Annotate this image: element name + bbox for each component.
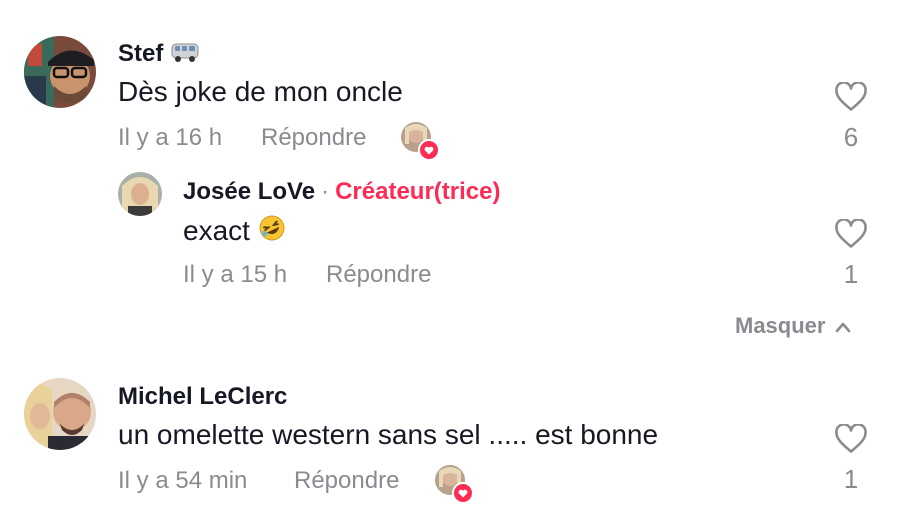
like-heart-icon[interactable] xyxy=(834,218,868,254)
like-heart-icon[interactable] xyxy=(834,81,868,117)
comment-username[interactable]: Michel LeClerc xyxy=(118,383,287,411)
heart-badge-icon xyxy=(452,482,474,504)
comment-timestamp: Il y a 16 h xyxy=(118,124,223,151)
reply-timestamp: Il y a 15 h xyxy=(183,261,288,288)
reply-button[interactable]: Répondre xyxy=(294,467,399,495)
avatar[interactable] xyxy=(24,378,96,450)
like-count: 1 xyxy=(843,464,859,494)
reply-button[interactable]: Répondre xyxy=(261,124,366,152)
creator-liked-badge xyxy=(435,465,474,504)
chevron-up-icon xyxy=(835,313,851,339)
like-count: 6 xyxy=(843,122,859,152)
avatar[interactable] xyxy=(24,36,96,108)
comment-text: un omelette western sans sel ..... est b… xyxy=(118,419,659,450)
reply-button[interactable]: Répondre xyxy=(326,261,431,289)
hide-replies-label: Masquer xyxy=(735,313,826,338)
comment-username[interactable]: Stef xyxy=(118,40,163,68)
like-heart-icon[interactable] xyxy=(834,423,868,459)
comment-text: Dès joke de mon oncle xyxy=(118,76,403,107)
like-count: 1 xyxy=(843,259,859,289)
heart-badge-icon xyxy=(418,139,440,161)
creator-label: Créateur(trice) xyxy=(335,178,501,205)
reply-username[interactable]: Josée LoVe xyxy=(183,178,315,206)
reply-text: exact xyxy=(183,214,250,246)
creator-liked-badge xyxy=(401,122,440,161)
rolling-laughing-emoji-icon xyxy=(258,214,286,247)
hide-replies-button[interactable]: Masquer xyxy=(735,313,851,339)
separator-dot: · xyxy=(321,178,330,205)
comment-timestamp: Il y a 54 min xyxy=(118,467,248,494)
avatar[interactable] xyxy=(118,172,162,216)
van-emoji-icon xyxy=(171,41,199,68)
